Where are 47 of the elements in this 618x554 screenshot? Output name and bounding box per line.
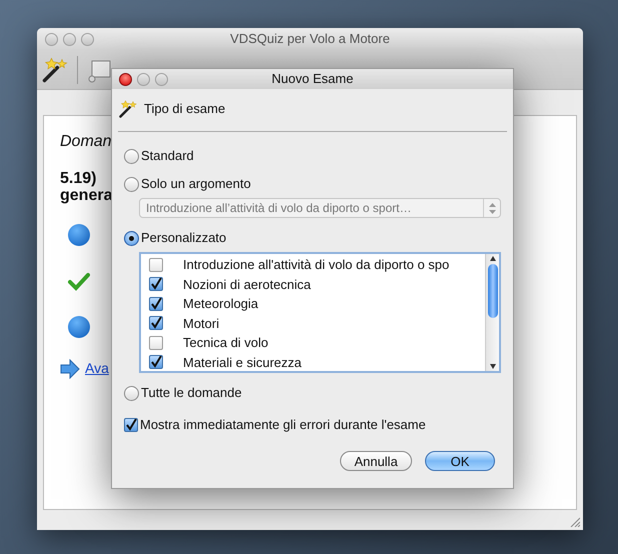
checkbox[interactable] [149, 355, 163, 370]
topic-label[interactable]: Meteorologia [183, 294, 258, 314]
checkbox[interactable] [149, 258, 163, 272]
radio-label: Solo un argomento [141, 175, 251, 194]
ok-button[interactable]: OK [425, 451, 495, 471]
scroll-up-icon[interactable] [488, 254, 496, 264]
question-text: 5.19) [60, 170, 96, 187]
topic-dropdown[interactable]: Introduzione all’attività di volo da diporto o sport… [139, 198, 501, 218]
window-title: VDSQuiz per Volo a Motore [230, 30, 390, 48]
checkbox[interactable] [149, 277, 163, 292]
checkmark-icon [68, 270, 90, 292]
stepper-arrows-icon [489, 202, 496, 214]
topic-label[interactable]: Motori [183, 314, 220, 333]
dialog-title: Nuovo Esame [272, 70, 354, 88]
checkbox[interactable] [149, 336, 163, 350]
zoom-button[interactable] [81, 32, 94, 46]
magic-wand-icon [41, 56, 69, 84]
magic-wand-icon [118, 99, 138, 119]
radio-button[interactable] [124, 148, 139, 164]
checkbox[interactable] [149, 296, 163, 311]
close-button[interactable] [119, 72, 132, 86]
right-arrow-icon [60, 358, 80, 378]
scroll-down-icon[interactable] [488, 361, 496, 371]
radio-label: Personalizzato [141, 229, 226, 248]
radio-button[interactable] [124, 176, 139, 192]
resize-grip-icon[interactable] [570, 517, 580, 527]
topic-label[interactable]: Nozioni di aerotecnica [183, 274, 311, 294]
cancel-button[interactable]: Annulla [340, 451, 412, 471]
topic-label[interactable]: Tecnica di volo [183, 333, 268, 352]
question-text: genera [60, 187, 112, 204]
question-label: Doman [60, 132, 113, 152]
window-button[interactable] [45, 32, 58, 46]
minimize-button[interactable] [137, 72, 150, 86]
checkbox[interactable] [124, 418, 138, 432]
radio-button[interactable] [124, 386, 139, 400]
section-title: Tipo di esame [144, 100, 226, 118]
next-link[interactable]: Ava [85, 358, 109, 379]
zoom-button[interactable] [155, 72, 168, 86]
minimize-button[interactable] [63, 32, 76, 46]
radio-button[interactable] [124, 230, 139, 246]
radio-label: Tutte le domande [141, 384, 242, 402]
scrollbar[interactable] [485, 254, 499, 371]
topic-label[interactable]: Materiali e sicurezza [183, 352, 302, 371]
topic-label[interactable]: Introduzione all'attività di volo da diporto o spo [183, 255, 450, 274]
checkbox-label: Mostra immediatamente gli errori durante l'esame [140, 416, 426, 434]
radio-label: Standard [141, 147, 194, 166]
checkbox[interactable] [149, 316, 163, 330]
